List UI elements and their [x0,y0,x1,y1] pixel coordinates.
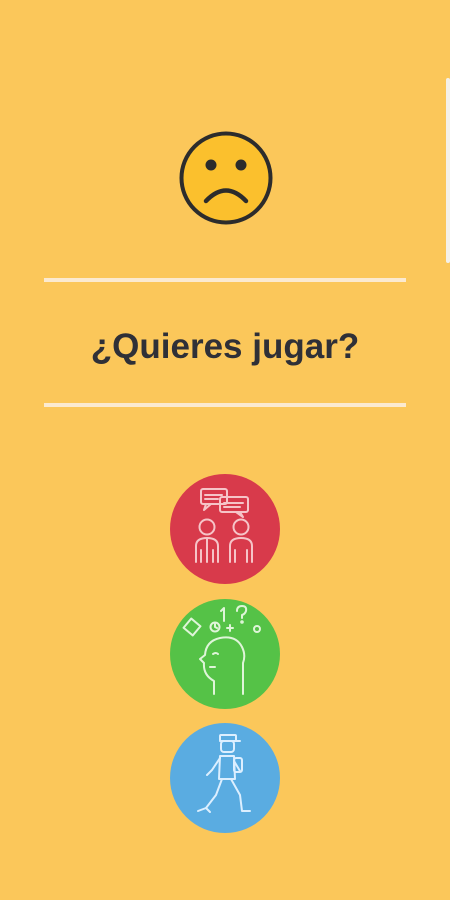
people-talking-icon [170,474,280,584]
divider-bottom [44,403,406,407]
scrollbar[interactable] [446,78,450,263]
think-option-button[interactable] [170,599,280,709]
divider-top [44,278,406,282]
talk-option-button[interactable] [170,474,280,584]
question-title: ¿Quieres jugar? [90,327,360,366]
walk-option-button[interactable] [170,723,280,833]
person-walking-icon [170,723,280,833]
sad-face-icon [178,130,274,226]
head-thinking-icon [170,599,280,709]
